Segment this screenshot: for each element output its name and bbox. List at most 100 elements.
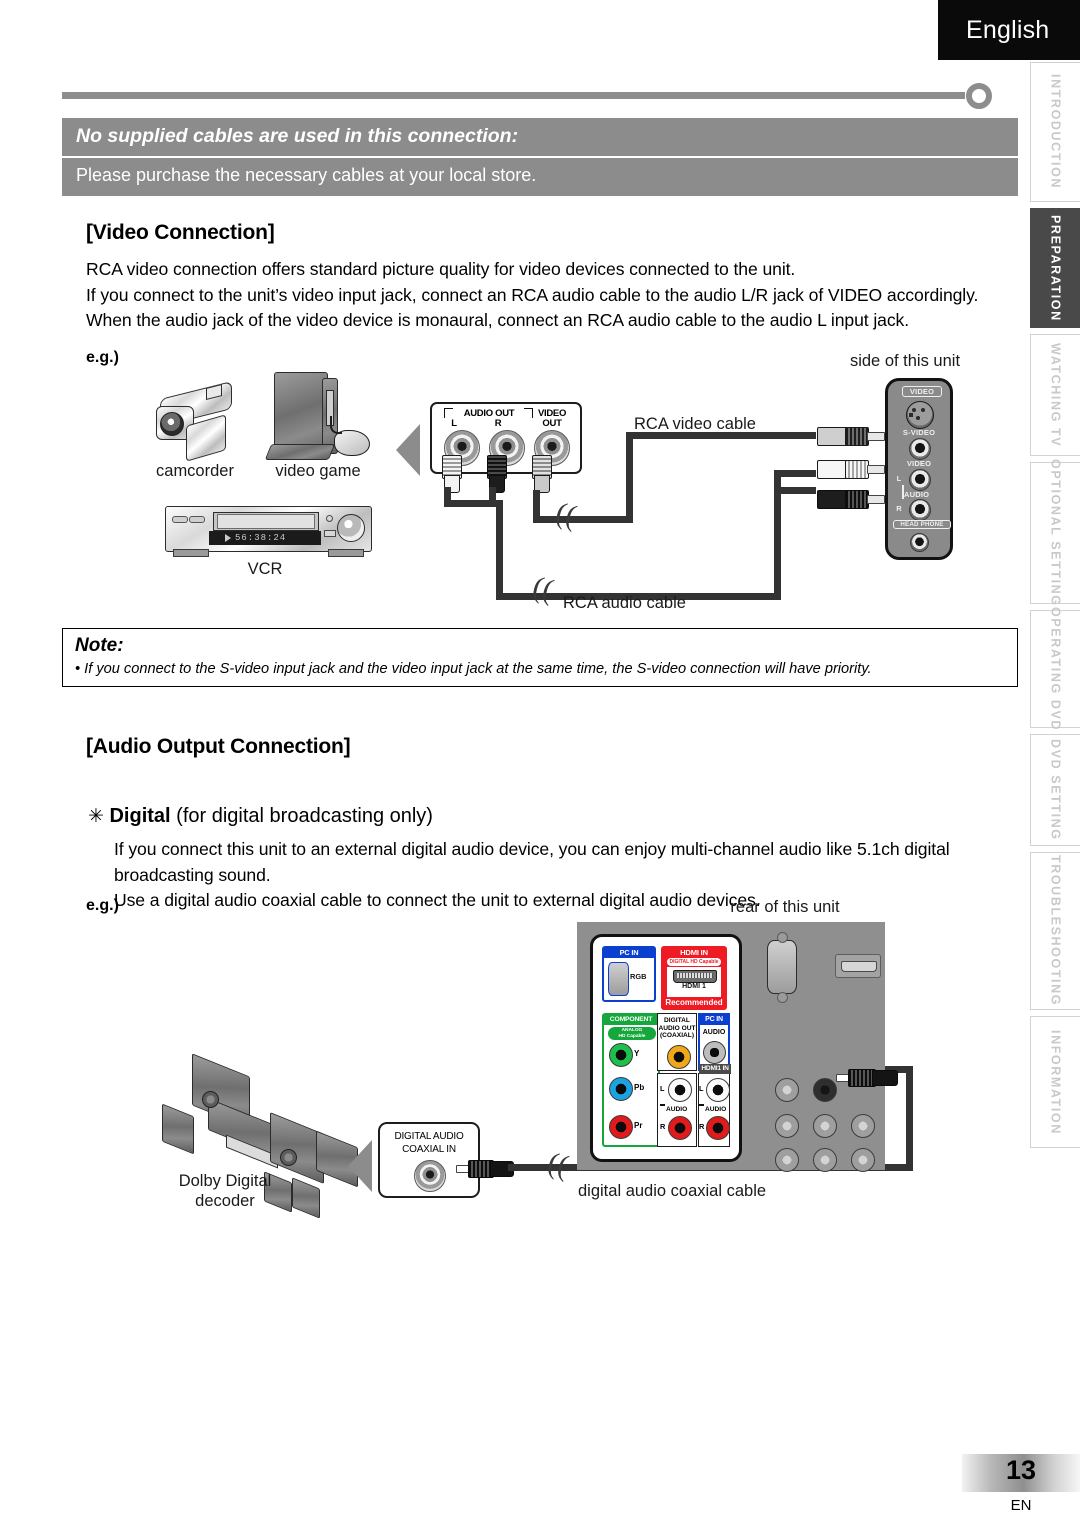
language-tab: English: [938, 0, 1080, 60]
hdmi1-audio-r-jack: [706, 1116, 730, 1140]
section-tab-dvd-setting[interactable]: DVD SETTING: [1030, 734, 1080, 846]
pc-in-audio-title: PC IN: [700, 1015, 728, 1025]
audio-out-left-label: L: [451, 418, 457, 429]
rear-jack-6: [813, 1148, 837, 1172]
component-audio-l-jack: [668, 1078, 692, 1102]
component-badge-line2: HD Capable: [618, 1034, 646, 1039]
plug-video-out: [532, 455, 552, 493]
header-rule-ring-icon: [966, 83, 992, 109]
plug-audio-l: [442, 455, 462, 493]
audio-output-connection-heading: [Audio Output Connection]: [86, 735, 351, 758]
page-number: 13: [1005, 1455, 1037, 1485]
coaxial-in-label-line1: DIGITAL AUDIO: [394, 1131, 464, 1142]
component-audio-r-label: R: [660, 1122, 666, 1131]
language-tab-label: English: [966, 15, 1050, 44]
notice-banner-title: No supplied cables are used in this conn…: [62, 118, 1018, 157]
section-tab-label: DVD SETTING: [1048, 739, 1063, 841]
digital-audio-out-line2: AUDIO OUT: [658, 1024, 696, 1032]
page-edition: EN: [1010, 1497, 1032, 1514]
video-game-label: video game: [275, 462, 361, 480]
coax-cable-break-icon: ((: [544, 1146, 572, 1183]
audio-cable-break-icon: ((: [529, 570, 557, 607]
rear-coaxial-jack: [813, 1078, 837, 1102]
section-tab-introduction[interactable]: INTRODUCTION: [1030, 62, 1080, 202]
rgb-label: RGB: [630, 972, 647, 981]
section-tab-troubleshooting[interactable]: TROUBLESHOOTING: [1030, 852, 1080, 1010]
hdmi-recommended-label: Recommended: [665, 998, 723, 1007]
digital-audio-coaxial-cable-label: digital audio coaxial cable: [578, 1182, 767, 1200]
header-rule: [62, 83, 992, 109]
dolby-decoder-label-line2: decoder: [195, 1192, 255, 1210]
coaxial-in-jack: [414, 1160, 446, 1192]
digital-audio-out-line1: DIGITAL: [664, 1017, 690, 1024]
digital-audio-out-line3: (COAXIAL): [659, 1032, 695, 1040]
rear-vga-port: [767, 940, 797, 994]
video-connection-heading: [Video Connection]: [86, 221, 275, 244]
component-block: COMPONENT ANALOG HD Capable Y Pb Pr: [602, 1013, 660, 1147]
video-game-illustration: [264, 372, 378, 464]
audio-output-line-2: broadcasting sound.: [114, 864, 271, 885]
side-video-jack: [909, 438, 931, 460]
hdmi1-audio-label: AUDIO: [705, 1106, 727, 1113]
side-audio-l-jack: [909, 469, 931, 491]
component-title: COMPONENT: [604, 1015, 658, 1025]
component-y-label: Y: [634, 1049, 640, 1058]
rear-jack-3: [813, 1114, 837, 1138]
hdmi-in-title: HDMI IN: [680, 948, 708, 957]
video-connection-line-2: If you connect to the unit’s video input…: [86, 284, 979, 305]
plug-audio-r: [487, 455, 507, 493]
digital-audio-out-block: DIGITAL AUDIO OUT (COAXIAL): [657, 1013, 697, 1071]
note-box: Note: • If you connect to the S-video in…: [62, 628, 1018, 688]
dolby-decoder-label-line1: Dolby Digital: [178, 1172, 272, 1190]
section-tab-optional-setting[interactable]: OPTIONAL SETTING: [1030, 459, 1080, 607]
side-of-unit-caption: side of this unit: [849, 352, 961, 370]
hdmi1-audio-r-label: R: [699, 1122, 705, 1131]
video-connection-line-3: When the audio jack of the video device …: [86, 310, 910, 330]
camcorder-label: camcorder: [156, 462, 234, 480]
video-connection-paragraph: RCA video connection offers standard pic…: [86, 257, 1006, 334]
s-video-label: S-VIDEO: [902, 428, 936, 437]
rear-jacks-callout-card: PC IN RGB HDMI IN DIGITAL HD Capable HDM…: [590, 934, 742, 1162]
rear-jack-1: [775, 1078, 799, 1102]
section-tab-operating-dvd[interactable]: OPERATING DVD: [1030, 606, 1080, 732]
headphone-jack: [910, 533, 929, 552]
component-audio-l-label: L: [660, 1084, 665, 1093]
notice-banner-subtitle: Please purchase the necessary cables at …: [62, 158, 1018, 197]
section-tab-information[interactable]: INFORMATION: [1030, 1016, 1080, 1148]
pc-in-rgb-block: PC IN RGB: [602, 946, 656, 1002]
coaxial-in-label-line2: COAXIAL IN: [402, 1144, 456, 1155]
plug-into-audio-l-jack: [817, 460, 885, 479]
hdmi-1-label: HDMI 1: [682, 983, 706, 990]
note-bullet-icon: •: [75, 660, 85, 677]
side-audio-l-label: L: [896, 474, 902, 483]
section-tab-label: OPERATING DVD: [1048, 606, 1063, 732]
unit-side-panel: VIDEO S-VIDEO VIDEO L AUDIO R HEAD PHONE: [885, 378, 953, 560]
section-tab-label: WATCHING TV: [1048, 342, 1063, 448]
section-tab-preparation[interactable]: PREPARATION: [1030, 208, 1080, 328]
rear-hdmi-port: [835, 954, 881, 978]
hdmi1-audio-l-jack: [706, 1078, 730, 1102]
video-connection-line-1: RCA video connection offers standard pic…: [86, 259, 796, 279]
hdmi-hd-capable-badge: DIGITAL HD Capable: [667, 958, 721, 966]
headphone-label: HEAD PHONE: [893, 520, 951, 529]
asterisk-icon: ✳: [88, 806, 104, 827]
component-pb-jack: [609, 1077, 633, 1101]
section-tab-watching-tv[interactable]: WATCHING TV: [1030, 334, 1080, 456]
rear-jack-7: [851, 1148, 875, 1172]
component-pb-label: Pb: [634, 1083, 645, 1092]
audio-cable-seg-6: [774, 487, 781, 600]
audio-cable-seg-4: [496, 500, 503, 600]
video-out-label-line2: OUT: [542, 418, 562, 429]
camcorder-illustration: [150, 380, 240, 462]
audio-out-right-label: R: [494, 418, 502, 429]
pc-in-audio-block: PC IN AUDIO: [698, 1013, 730, 1071]
rear-jack-2: [775, 1114, 799, 1138]
plug-into-video-jack: [817, 427, 885, 446]
digital-bullet-line: ✳ Digital (for digital broadcasting only…: [88, 805, 433, 828]
digital-audio-out-jack: [667, 1045, 691, 1069]
component-pr-label: Pr: [634, 1121, 643, 1130]
rca-audio-cable-label: RCA audio cable: [563, 594, 686, 612]
audio-cable-seg-3: [489, 487, 496, 507]
component-audio-block: L AUDIO R: [657, 1073, 697, 1147]
side-audio-r-label: R: [896, 504, 902, 513]
